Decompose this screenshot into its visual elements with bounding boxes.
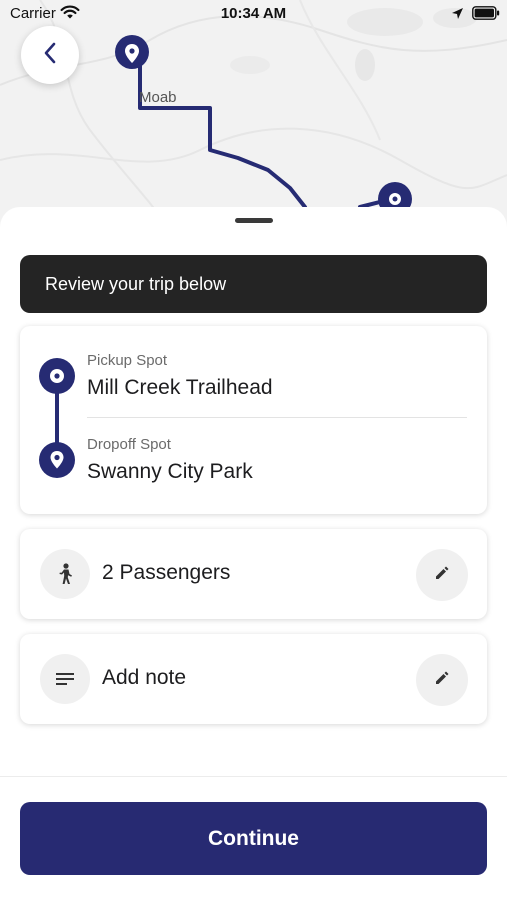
trip-route-card: Pickup Spot Mill Creek Trailhead Dropoff…	[20, 326, 487, 514]
dropoff-label: Dropoff Spot	[87, 436, 171, 453]
review-banner-text: Review your trip below	[45, 273, 227, 294]
footer-divider	[0, 776, 507, 777]
pickup-label: Pickup Spot	[87, 352, 168, 369]
dropoff-value[interactable]: Swanny City Park	[87, 460, 253, 484]
dropoff-pin-icon	[39, 442, 75, 478]
continue-label: Continue	[208, 826, 299, 850]
add-note-text: Add note	[102, 666, 187, 689]
passengers-row[interactable]: 2 Passengers	[20, 529, 487, 619]
pickup-pin-icon	[39, 358, 75, 394]
person-icon	[40, 549, 90, 599]
pickup-value[interactable]: Mill Creek Trailhead	[87, 376, 273, 400]
chevron-left-icon	[43, 42, 57, 69]
route-line	[138, 53, 307, 209]
status-bar: Carrier 10:34 AM	[0, 0, 507, 28]
pencil-icon	[435, 671, 449, 690]
map-view[interactable]: Moab	[0, 0, 507, 230]
map-canvas	[0, 0, 507, 230]
map-place-label: Moab	[139, 89, 177, 106]
location-arrow-icon	[451, 7, 464, 25]
trip-divider	[87, 417, 467, 418]
route-connector-line	[55, 392, 59, 446]
review-banner: Review your trip below	[20, 255, 487, 313]
continue-button[interactable]: Continue	[20, 802, 487, 875]
add-note-row[interactable]: Add note	[20, 634, 487, 724]
edit-note-button[interactable]	[416, 654, 468, 706]
back-button[interactable]	[21, 26, 79, 84]
status-time: 10:34 AM	[220, 5, 287, 22]
map-pickup-pin-icon	[115, 35, 149, 69]
notes-icon	[40, 654, 90, 704]
battery-icon	[472, 6, 500, 25]
edit-passengers-button[interactable]	[416, 549, 468, 601]
passengers-text: 2 Passengers	[102, 561, 231, 584]
sheet-drag-handle[interactable]	[235, 218, 273, 223]
pencil-icon	[435, 566, 449, 585]
trip-review-sheet: Review your trip below Pickup Spot Mill …	[0, 207, 507, 900]
